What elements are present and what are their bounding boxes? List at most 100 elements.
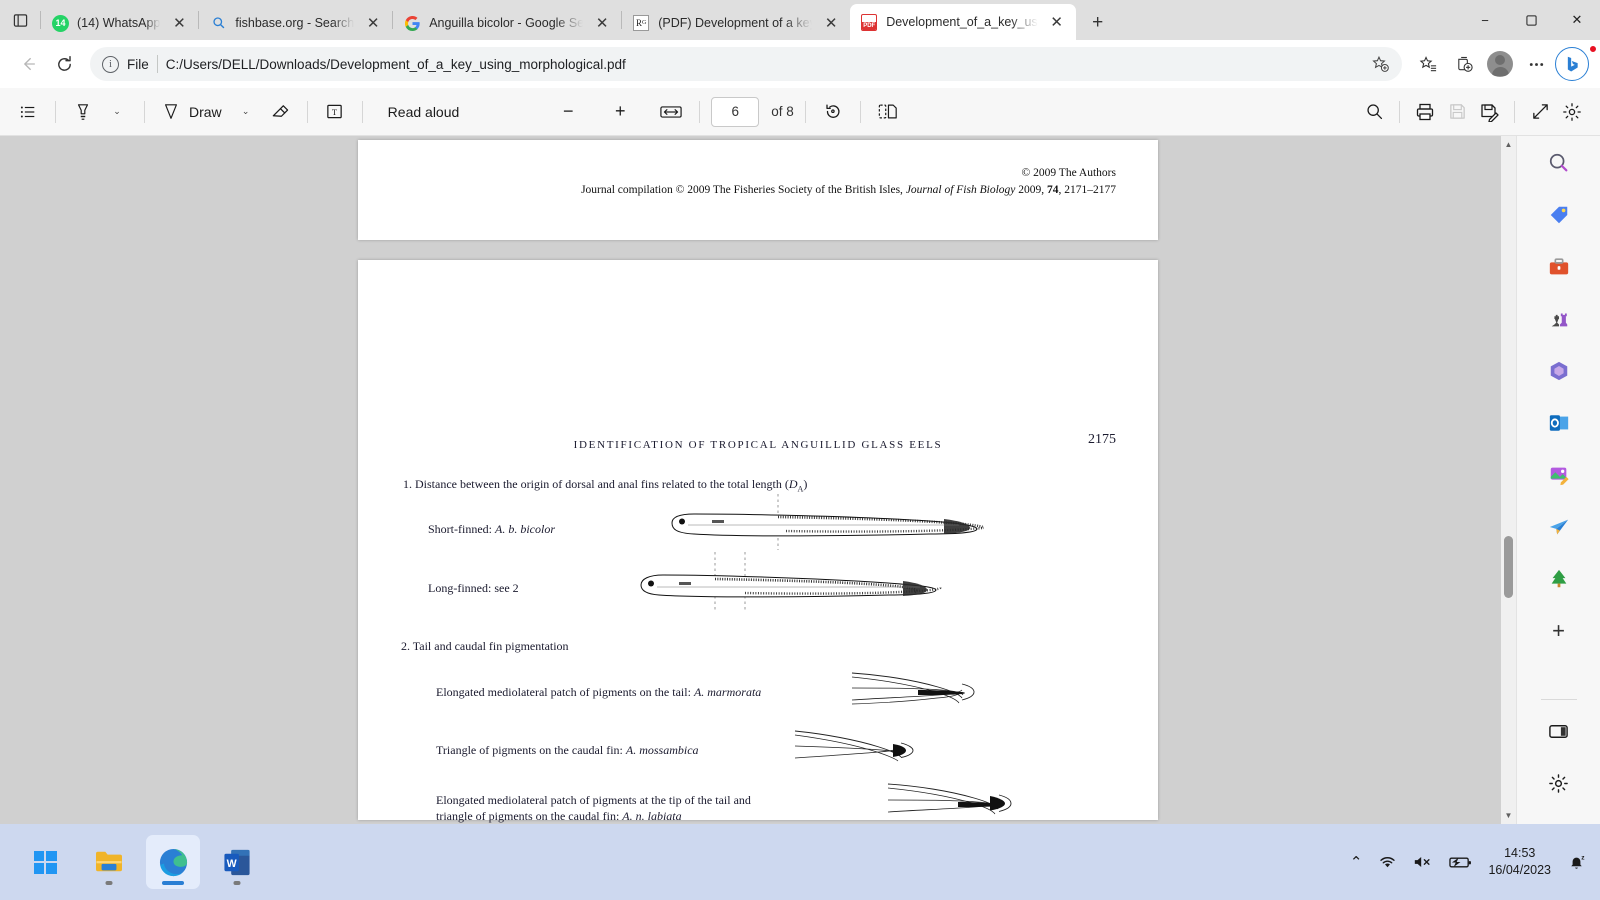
maximize-button[interactable]	[1508, 0, 1554, 40]
new-tab-button[interactable]: +	[1082, 7, 1114, 39]
page-view-icon[interactable]	[872, 96, 904, 128]
journal-name: Journal of Fish Biology	[905, 184, 1016, 196]
sidebar-item-outlook[interactable]	[1542, 406, 1576, 440]
species-name: A. marmorata	[693, 685, 762, 699]
print-icon[interactable]	[1409, 96, 1441, 128]
svg-text:W: W	[227, 857, 238, 869]
close-icon[interactable]: ✕	[168, 12, 190, 34]
draw-dropdown[interactable]: ⌄	[230, 96, 262, 128]
edge-button[interactable]	[146, 835, 200, 889]
google-icon	[404, 15, 421, 32]
branch-labiata: Elongated mediolateral patch of pigments…	[436, 792, 751, 824]
minimize-button[interactable]: −	[1462, 0, 1508, 40]
tail-illustration-mossambica	[794, 730, 914, 762]
word-button[interactable]: W	[210, 835, 264, 889]
close-window-button[interactable]: ✕	[1554, 0, 1600, 40]
battery-charging-icon[interactable]	[1449, 855, 1472, 870]
sidebar-item-search[interactable]	[1542, 146, 1576, 180]
zoom-in-button[interactable]: +	[604, 96, 636, 128]
more-options-icon[interactable]	[1518, 46, 1554, 82]
sidebar-item-shopping[interactable]	[1542, 198, 1576, 232]
bing-chat-icon[interactable]	[1554, 46, 1590, 82]
settings-icon[interactable]	[1556, 96, 1588, 128]
tab-fishbase-search[interactable]: fishbase.org - Search ✕	[199, 6, 392, 40]
sidebar-item-tree[interactable]	[1542, 562, 1576, 596]
wifi-icon[interactable]	[1378, 854, 1397, 870]
close-icon[interactable]: ✕	[362, 12, 384, 34]
draw-label: Draw	[189, 103, 222, 120]
address-input[interactable]: i File C:/Users/DELL/Downloads/Developme…	[90, 47, 1402, 81]
species-name: A. b. bicolor	[495, 522, 555, 536]
save-icon[interactable]	[1441, 96, 1473, 128]
close-icon[interactable]: ✕	[591, 12, 613, 34]
tail-illustration-marmorata	[851, 672, 975, 705]
sidebar-item-toggle-pane[interactable]	[1542, 714, 1576, 748]
page-total-label: of 8	[771, 104, 794, 119]
eel-illustration-long-finned	[640, 552, 942, 610]
eraser-icon[interactable]	[264, 96, 296, 128]
fit-to-width-icon[interactable]	[654, 96, 688, 128]
scrollbar-thumb[interactable]	[1504, 536, 1513, 598]
add-favorite-icon[interactable]	[1366, 50, 1394, 78]
researchgate-icon: RG	[633, 14, 650, 32]
address-bar: i File C:/Users/DELL/Downloads/Developme…	[0, 40, 1600, 88]
window-controls: − ✕	[1462, 0, 1600, 40]
tab-anguilla-google[interactable]: Anguilla bicolor - Google Search ✕	[393, 6, 621, 40]
tab-development-key-pdf[interactable]: PDF Development_of_a_key_us ✕	[850, 4, 1076, 40]
zoom-out-button[interactable]: −	[552, 96, 584, 128]
tab-researchgate-pdf[interactable]: RG (PDF) Development of a key ✕	[622, 6, 850, 40]
taskbar-clock[interactable]: 14:53 16/04/2023	[1488, 845, 1551, 879]
sidebar-item-microsoft365[interactable]	[1542, 354, 1576, 388]
draw-button[interactable]: Draw	[156, 96, 228, 128]
page-number-input[interactable]: 6	[711, 96, 760, 127]
refresh-button[interactable]	[46, 46, 82, 82]
toolbar-divider	[144, 100, 145, 123]
start-button[interactable]	[18, 835, 72, 889]
sidebar-item-image-editor[interactable]	[1542, 458, 1576, 492]
read-aloud-button[interactable]: Read aloud	[374, 96, 474, 128]
collections-icon[interactable]	[1446, 46, 1482, 82]
profile-avatar[interactable]	[1482, 45, 1597, 82]
read-aloud-label: Read aloud	[387, 103, 460, 120]
edge-sidebar: +	[1516, 136, 1600, 824]
close-icon[interactable]: ✕	[1046, 11, 1068, 33]
table-of-contents-icon[interactable]	[12, 96, 44, 128]
viewer-scrollbar[interactable]: ▲ ▼	[1501, 136, 1516, 824]
url-text: C:/Users/DELL/Downloads/Development_of_a…	[165, 56, 626, 72]
tab-whatsapp[interactable]: 14 (14) WhatsApp ✕	[41, 6, 198, 40]
sidebar-item-tools[interactable]	[1542, 250, 1576, 284]
sidebar-item-games[interactable]	[1542, 302, 1576, 336]
highlighter-icon[interactable]	[67, 96, 99, 128]
info-icon[interactable]: i	[102, 55, 119, 73]
sidebar-divider	[1540, 699, 1577, 700]
taskbar-apps: W	[0, 835, 264, 889]
back-button[interactable]	[10, 46, 46, 82]
sidebar-item-drop[interactable]	[1542, 510, 1576, 544]
favorites-icon[interactable]	[1410, 46, 1446, 82]
word-icon: W	[224, 849, 250, 875]
search-icon[interactable]	[1358, 96, 1390, 128]
pdf-page-current: IDENTIFICATION OF TROPICAL ANGUILLID GLA…	[358, 260, 1158, 823]
file-explorer-button[interactable]	[82, 835, 136, 889]
volume-muted-icon[interactable]	[1413, 854, 1433, 870]
notifications-dnd-icon[interactable]: z	[1567, 853, 1586, 872]
windows-taskbar: W ⌃ 14:53 16/04/2023 z	[0, 824, 1600, 900]
chevron-down-icon: ⌄	[241, 106, 250, 116]
scroll-down-icon[interactable]: ▼	[1501, 807, 1516, 824]
scroll-up-icon[interactable]: ▲	[1501, 136, 1516, 153]
tab-title: (PDF) Development of a key	[658, 16, 813, 30]
toolbar-divider	[306, 100, 308, 123]
save-as-icon[interactable]	[1473, 96, 1505, 128]
highlighter-dropdown[interactable]: ⌄	[101, 96, 133, 128]
tab-list-icon[interactable]	[0, 0, 40, 40]
key-item-1-text: 1. Distance between the origin of dorsal…	[403, 477, 789, 491]
fullscreen-icon[interactable]	[1524, 96, 1556, 128]
add-text-icon[interactable]: T	[319, 96, 351, 128]
pdf-viewer[interactable]: © 2009 The Authors Journal compilation ©…	[0, 136, 1516, 824]
sidebar-item-settings[interactable]	[1542, 766, 1576, 800]
sidebar-item-add-app[interactable]: +	[1542, 614, 1576, 648]
rotate-icon[interactable]	[817, 96, 849, 128]
close-icon[interactable]: ✕	[820, 12, 842, 34]
running-head-title: IDENTIFICATION OF TROPICAL ANGUILLID GLA…	[573, 439, 943, 451]
show-hidden-icons-chevron[interactable]: ⌃	[1350, 853, 1363, 871]
